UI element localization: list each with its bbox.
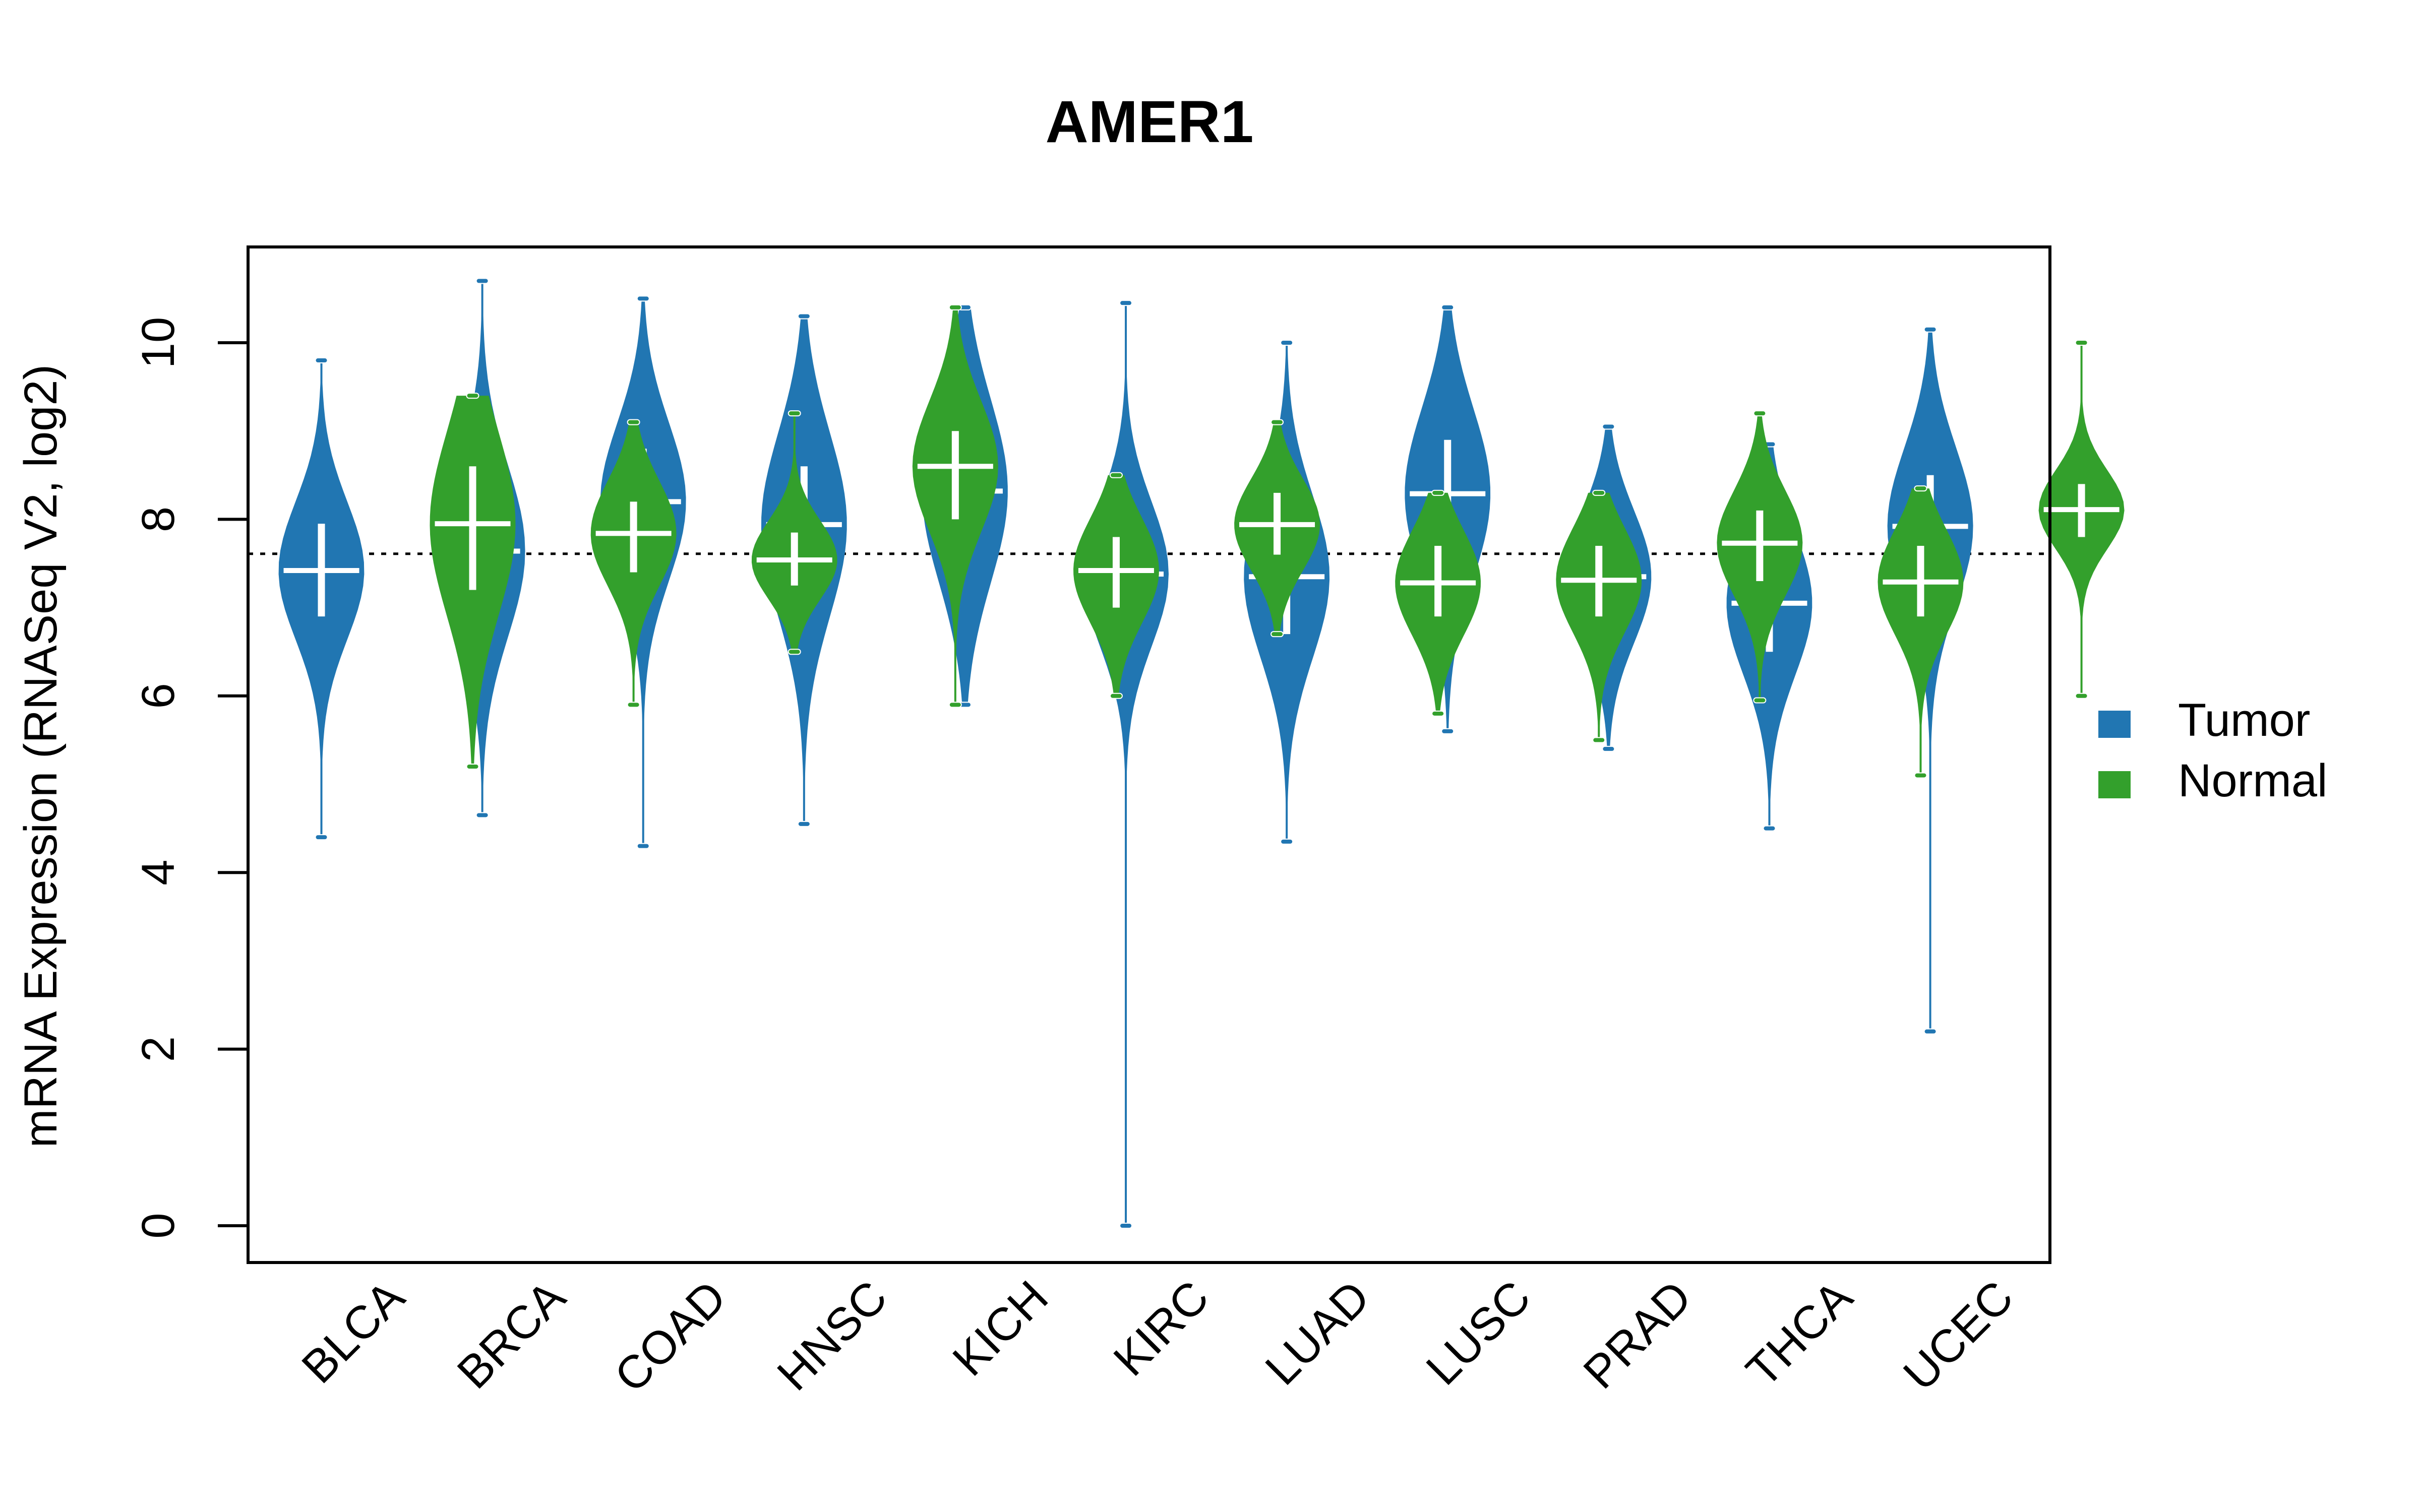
violin-normal-ucec bbox=[2038, 340, 2125, 699]
legend-label: Tumor bbox=[2178, 695, 2310, 746]
x-tick-label: UCEC bbox=[1894, 1271, 2023, 1400]
y-axis: 0 2 4 6 8 10 bbox=[133, 317, 248, 1239]
violin-outlier-point bbox=[1914, 772, 1927, 779]
y-tick-label: 6 bbox=[133, 683, 184, 709]
violin-tumor-ucec bbox=[1887, 326, 1973, 1035]
y-tick-label: 4 bbox=[133, 860, 184, 886]
violin-outlier-point bbox=[788, 410, 801, 417]
x-tick-label: PRAD bbox=[1574, 1271, 1702, 1399]
violin-outlier-point bbox=[1592, 737, 1606, 743]
y-tick-label: 8 bbox=[133, 507, 184, 532]
y-tick-label: 10 bbox=[133, 317, 184, 368]
violin-tumor-kirc bbox=[1083, 300, 1169, 1229]
x-axis: BLCA BRCA COAD HNSC KICH KIRC LUAD LUSC PRAD THCA… bbox=[292, 1271, 2023, 1403]
violin-outlier-point bbox=[1431, 489, 1445, 496]
legend-item-tumor: Tumor bbox=[2098, 695, 2310, 746]
x-tick-label: LUAD bbox=[1256, 1271, 1380, 1395]
violin-outlier-point bbox=[466, 393, 479, 399]
violin-outlier-point bbox=[1753, 410, 1767, 417]
violin-normal-hnsc bbox=[912, 304, 998, 708]
violin-outlier-point bbox=[636, 295, 650, 302]
violin-outlier-point bbox=[627, 702, 640, 708]
legend-swatch bbox=[2098, 771, 2131, 798]
violin-outlier-point bbox=[797, 313, 811, 320]
violin-outlier-point bbox=[2075, 340, 2088, 346]
violin-outlier-point bbox=[475, 812, 489, 818]
legend-swatch bbox=[2098, 711, 2131, 738]
legend-item-normal: Normal bbox=[2098, 755, 2327, 806]
legend-label: Normal bbox=[2178, 755, 2327, 806]
x-tick-label: LUSC bbox=[1417, 1271, 1541, 1395]
violin-chart: AMER1 0 2 4 6 8 10 BLCA BRCA COAD HNSC KICH KIRC LU… bbox=[15, 89, 2327, 1403]
violin-normal-blca bbox=[430, 393, 516, 770]
violin-outlier-point bbox=[1763, 825, 1776, 832]
violin-outlier-point bbox=[1270, 631, 1284, 638]
x-tick-label: THCA bbox=[1736, 1271, 1862, 1397]
violin-outlier-point bbox=[1602, 745, 1615, 752]
violin-outlier-point bbox=[315, 834, 328, 841]
x-tick-label: BRCA bbox=[448, 1271, 575, 1399]
violin-outlier-point bbox=[1280, 838, 1294, 845]
violin-outlier-point bbox=[1270, 419, 1284, 425]
violin-outlier-point bbox=[1109, 692, 1123, 699]
violin-outlier-point bbox=[1431, 710, 1445, 717]
chart-title: AMER1 bbox=[1045, 89, 1253, 155]
x-tick-label: BLCA bbox=[292, 1271, 415, 1394]
violin-outlier-point bbox=[1914, 485, 1927, 492]
violin-outlier-point bbox=[1280, 340, 1294, 346]
violin-outlier-point bbox=[1119, 1223, 1133, 1229]
violin-outlier-point bbox=[1753, 697, 1767, 704]
legend: Tumor Normal bbox=[2098, 695, 2327, 806]
violin-outlier-point bbox=[1441, 304, 1455, 310]
violin-outlier-point bbox=[1592, 489, 1606, 496]
violin-outlier-point bbox=[315, 357, 328, 364]
plot-frame bbox=[247, 245, 2051, 1264]
violin-outlier-point bbox=[466, 763, 479, 770]
violin-outlier-point bbox=[788, 649, 801, 655]
plot-area bbox=[248, 278, 2125, 1229]
x-tick-label: HNSC bbox=[768, 1271, 897, 1400]
violin-outlier-point bbox=[1923, 326, 1937, 333]
violin-outlier-point bbox=[1441, 728, 1455, 734]
violin-outlier-point bbox=[1923, 1028, 1937, 1035]
violin-outlier-point bbox=[2075, 692, 2088, 699]
violin-outlier-point bbox=[636, 843, 650, 849]
violin-tumor-blca bbox=[278, 357, 365, 841]
x-tick-label: KICH bbox=[943, 1271, 1058, 1386]
violin-outlier-point bbox=[627, 419, 640, 425]
violin-outlier-point bbox=[1109, 472, 1123, 478]
y-tick-label: 2 bbox=[133, 1036, 184, 1062]
violin-outlier-point bbox=[475, 278, 489, 284]
x-tick-label: KIRC bbox=[1104, 1271, 1219, 1386]
violin-outlier-point bbox=[948, 702, 962, 708]
violin-outlier-point bbox=[1602, 423, 1615, 430]
violin-outlier-point bbox=[797, 821, 811, 827]
violin-outlier-point bbox=[948, 304, 962, 310]
x-tick-label: COAD bbox=[605, 1271, 736, 1402]
y-axis-label: mRNA Expression (RNASeq V2, log2) bbox=[15, 364, 67, 1148]
violin-outlier-point bbox=[1119, 300, 1133, 306]
y-tick-label: 0 bbox=[133, 1213, 184, 1238]
